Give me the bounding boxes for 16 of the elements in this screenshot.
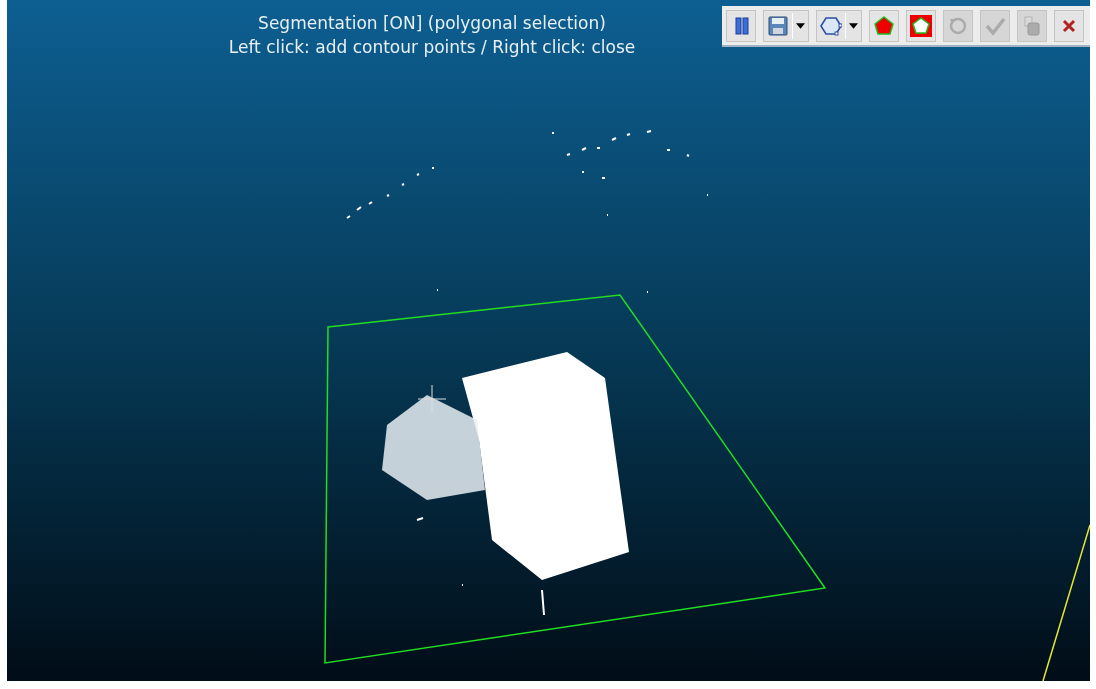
hexagon-icon bbox=[820, 15, 842, 37]
mode-title: Segmentation [ON] (polygonal selection) bbox=[258, 13, 606, 33]
caret-icon bbox=[796, 23, 805, 29]
toolbar-button[interactable] bbox=[906, 10, 936, 42]
trash-icon bbox=[1021, 15, 1043, 37]
reset-icon bbox=[947, 15, 969, 37]
caret-icon bbox=[849, 23, 858, 29]
toolbar-button[interactable] bbox=[816, 10, 862, 42]
checkmark-icon bbox=[984, 15, 1006, 37]
toolbar-button[interactable] bbox=[1054, 10, 1084, 42]
instruction-text: Left click: add contour points / Right click: close bbox=[228, 37, 636, 57]
toolbar-button[interactable] bbox=[763, 10, 809, 42]
toolbar-button[interactable] bbox=[726, 10, 756, 42]
toolbar-button[interactable] bbox=[869, 10, 899, 42]
pentagon-outline-icon bbox=[910, 15, 932, 37]
pentagon-icon bbox=[873, 15, 895, 37]
